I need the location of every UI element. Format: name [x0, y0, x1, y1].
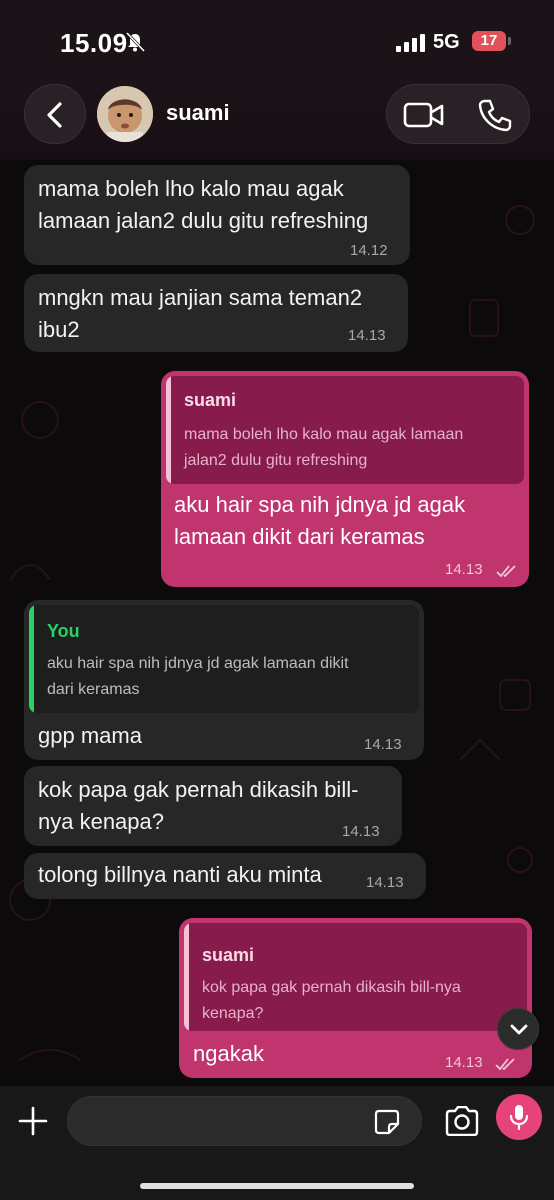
message-time: 14.13: [348, 327, 386, 344]
contact-name[interactable]: suami: [166, 100, 230, 126]
status-time: 15.09: [60, 28, 128, 58]
message-bubble[interactable]: mama boleh lho kalo mau agak lamaan jala…: [24, 165, 410, 265]
quote-text: mama boleh lho kalo mau agak lamaan: [184, 426, 464, 443]
message-bubble[interactable]: suami kok papa gak pernah dikasih bill-n…: [179, 918, 532, 1078]
back-button[interactable]: [24, 84, 86, 144]
camera-icon[interactable]: [444, 1106, 480, 1136]
network-type: 5G: [433, 31, 460, 53]
video-call-icon[interactable]: [403, 99, 445, 131]
back-arrow-icon: [47, 102, 62, 128]
chat-area[interactable]: mama boleh lho kalo mau agak lamaan jala…: [0, 160, 554, 1086]
chat-header: suami: [0, 80, 554, 160]
call-actions: [386, 84, 530, 144]
quote-text: dari keramas: [47, 681, 140, 698]
message-time: 14.12: [350, 242, 388, 259]
message-text: ngakak: [193, 1041, 264, 1066]
quote-text: kenapa?: [202, 1005, 264, 1022]
battery-indicator: 17: [472, 31, 506, 51]
message-time: 14.13: [445, 1054, 483, 1071]
message-text: lamaan dikit dari keramas: [174, 524, 425, 549]
message-text: nya kenapa?: [38, 809, 164, 834]
plus-icon[interactable]: [16, 1104, 50, 1138]
mic-icon: [509, 1105, 529, 1130]
message-text: tolong billnya nanti aku minta: [38, 862, 322, 887]
message-text: aku hair spa nih jdnya jd agak: [174, 492, 466, 517]
quote-text: jalan2 dulu gitu refreshing: [184, 452, 368, 469]
quote-text: aku hair spa nih jdnya jd agak lamaan di…: [47, 655, 349, 672]
message-bubble[interactable]: suami mama boleh lho kalo mau agak lamaa…: [161, 371, 529, 587]
quote-bar: [29, 605, 34, 713]
message-text: kok papa gak pernah dikasih bill-: [38, 777, 359, 802]
message-bubble[interactable]: mngkn mau janjian sama teman2 ibu2 14.13: [24, 274, 408, 352]
message-time: 14.13: [366, 874, 404, 891]
quote-bar: [166, 376, 171, 484]
message-text: lamaan jalan2 dulu gitu refreshing: [38, 208, 369, 233]
message-time: 14.13: [445, 561, 483, 578]
message-text: mama boleh lho kalo mau agak: [38, 176, 344, 201]
signal-icon: [396, 34, 425, 52]
message-bubble[interactable]: tolong billnya nanti aku minta 14.13: [24, 853, 426, 899]
message-text: mngkn mau janjian sama teman2: [38, 285, 363, 310]
home-indicator: [140, 1183, 414, 1189]
status-bar: 15.09 5G 17: [0, 0, 554, 80]
sticker-icon[interactable]: [374, 1109, 400, 1135]
read-ticks-icon: [495, 1058, 515, 1071]
scroll-down-button[interactable]: [497, 1008, 539, 1050]
input-bar: [0, 1086, 554, 1200]
message-bubble[interactable]: You aku hair spa nih jdnya jd agak lamaa…: [24, 600, 424, 760]
mic-button[interactable]: [496, 1094, 542, 1140]
quoted-message[interactable]: You aku hair spa nih jdnya jd agak lamaa…: [29, 605, 419, 713]
quote-text: kok papa gak pernah dikasih bill-nya: [202, 979, 461, 996]
quote-bar: [184, 923, 189, 1031]
read-ticks-icon: [496, 565, 516, 578]
message-time: 14.13: [342, 823, 380, 840]
chevron-down-icon: [510, 1024, 528, 1035]
avatar-image: [97, 86, 153, 142]
message-time: 14.13: [364, 736, 402, 753]
mute-bell-icon: [125, 31, 146, 53]
message-text: ibu2: [38, 317, 80, 342]
quoted-message[interactable]: suami kok papa gak pernah dikasih bill-n…: [184, 923, 527, 1031]
message-input[interactable]: [67, 1096, 422, 1146]
quote-sender: You: [47, 621, 80, 641]
quote-sender: suami: [184, 390, 237, 410]
battery-tip: [508, 37, 511, 45]
quote-sender: suami: [202, 945, 255, 965]
avatar[interactable]: [97, 86, 153, 142]
phone-icon[interactable]: [477, 98, 513, 132]
message-bubble[interactable]: kok papa gak pernah dikasih bill- nya ke…: [24, 766, 402, 846]
message-text: gpp mama: [38, 723, 142, 748]
quoted-message[interactable]: suami mama boleh lho kalo mau agak lamaa…: [166, 376, 524, 484]
